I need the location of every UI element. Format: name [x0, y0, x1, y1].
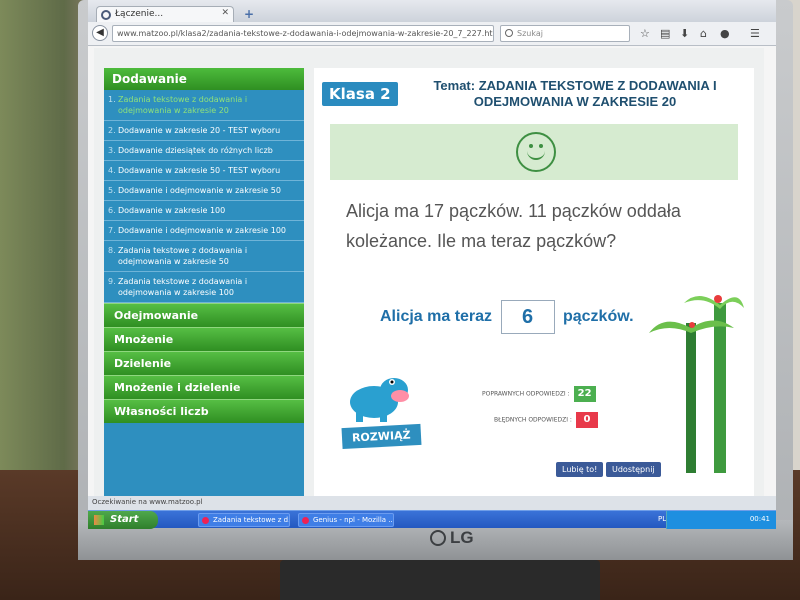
monitor-stand [280, 560, 600, 600]
wrong-count: 0 [575, 412, 598, 428]
sidebar-item-label: Dodawanie i odejmowanie w zakresie 100 [118, 226, 286, 235]
account-icon[interactable]: ● [720, 27, 730, 40]
sidebar-item[interactable]: 1. Zadania tekstowe z dodawania i odejmow… [104, 90, 304, 121]
sidebar-item-number: 7. [108, 226, 116, 235]
sidebar-item[interactable]: 9. Zadania tekstowe z dodawania i odejmow… [104, 272, 304, 303]
sidebar-item[interactable]: 7. Dodawanie i odejmowanie w zakresie 100 [104, 221, 304, 241]
main-content: Klasa 2 Temat: ZADANIA TEKSTOWE Z DODAWA… [314, 68, 754, 498]
sidebar-category[interactable]: Mnożenie [104, 327, 304, 351]
sidebar-item-number: 2. [108, 126, 116, 135]
search-input[interactable]: Szukaj [500, 25, 630, 42]
sidebar-item[interactable]: 4. Dodawanie w zakresie 50 - TEST wyboru [104, 161, 304, 181]
answer-prefix: Alicja ma teraz [380, 308, 493, 326]
sidebar-heading[interactable]: Dodawanie [104, 68, 304, 90]
language-indicator[interactable]: PL [658, 515, 666, 523]
question-text: Alicja ma 17 pączków. 11 pączków oddała … [346, 201, 681, 251]
class-badge: Klasa 2 [322, 82, 398, 106]
download-icon[interactable]: ⬇ [680, 27, 689, 40]
web-page: Dodawanie 1. Zadania tekstowe z dodawania… [94, 48, 764, 498]
browser-tab-bar: Łączenie... ✕ + [88, 0, 776, 22]
feedback-bar [330, 124, 738, 180]
search-icon [505, 29, 513, 37]
home-icon[interactable]: ⌂ [700, 27, 707, 40]
tab-title: Łączenie... [115, 9, 164, 19]
menu-icon[interactable]: ☰ [750, 27, 760, 40]
page-title: Temat: ZADANIA TEKSTOWE Z DODAWANIA I OD… [433, 78, 717, 109]
like-button[interactable]: Lubię to! [556, 462, 604, 477]
new-tab-button[interactable]: + [244, 7, 254, 21]
correct-counter: POPRAWNYCH ODPOWIEDZI :22 [482, 386, 596, 402]
sidebar-category[interactable]: Dzielenie [104, 351, 304, 375]
sidebar-item-label: Dodawanie dziesiątek do różnych liczb [118, 146, 273, 155]
sidebar-item-label: Dodawanie w zakresie 20 - TEST wyboru [118, 126, 281, 135]
status-bar: Oczekiwanie na www.matzoo.pl [88, 496, 776, 510]
screen: Łączenie... ✕ + ◀ www.matzoo.pl/klasa2/z… [88, 0, 776, 510]
loading-icon [101, 10, 111, 20]
sidebar-item-number: 1. [108, 95, 116, 104]
sidebar-item[interactable]: 3. Dodawanie dziesiątek do różnych liczb [104, 141, 304, 161]
sidebar-item-label: Dodawanie i odejmowanie w zakresie 50 [118, 186, 281, 195]
taskbar-item[interactable]: Genius - npl - Mozilla ... [298, 513, 394, 527]
sidebar-category[interactable]: Własności liczb [104, 399, 304, 423]
sidebar-item-number: 4. [108, 166, 116, 175]
smiley-icon [516, 132, 556, 172]
browser-nav-bar: ◀ www.matzoo.pl/klasa2/zadania-tekstowe-… [88, 22, 776, 46]
sidebar-item-number: 9. [108, 277, 116, 286]
answer-input[interactable]: 6 [500, 300, 555, 334]
sidebar-item-label: Dodawanie w zakresie 100 [118, 206, 226, 215]
start-button[interactable]: Start [88, 511, 158, 529]
wrong-counter: BŁĘDNYCH ODPOWIEDZI :0 [494, 412, 598, 428]
back-button[interactable]: ◀ [92, 25, 108, 41]
sidebar: Dodawanie 1. Zadania tekstowe z dodawania… [104, 68, 304, 498]
sidebar-item-number: 3. [108, 146, 116, 155]
star-icon[interactable]: ☆ [640, 27, 650, 40]
system-tray: 00:41 [666, 511, 776, 529]
close-tab-icon[interactable]: ✕ [221, 8, 229, 18]
sidebar-item-label: Zadania tekstowe z dodawania i odejmowan… [118, 277, 248, 297]
wrong-label: BŁĘDNYCH ODPOWIEDZI : [494, 416, 572, 424]
sidebar-item-label: Zadania tekstowe z dodawania i odejmowan… [118, 95, 248, 115]
palm-tree-illustration [649, 295, 744, 473]
taskbar: Start Zadania tekstowe z d... Genius - n… [88, 510, 776, 529]
taskbar-item[interactable]: Zadania tekstowe z d... [198, 513, 290, 527]
sidebar-category[interactable]: Odejmowanie [104, 303, 304, 327]
hippo-icon [350, 378, 409, 422]
sidebar-item[interactable]: 8. Zadania tekstowe z dodawania i odejmow… [104, 241, 304, 272]
sidebar-item-label: Zadania tekstowe z dodawania i odejmowan… [118, 246, 248, 266]
sidebar-item[interactable]: 5. Dodawanie i odejmowanie w zakresie 50 [104, 181, 304, 201]
sidebar-item[interactable]: 6. Dodawanie w zakresie 100 [104, 201, 304, 221]
sidebar-item-label: Dodawanie w zakresie 50 - TEST wyboru [118, 166, 281, 175]
windows-icon [94, 515, 104, 525]
sidebar-item-number: 5. [108, 186, 116, 195]
answer-suffix: pączków. [562, 308, 634, 326]
address-bar[interactable]: www.matzoo.pl/klasa2/zadania-tekstowe-z-… [112, 25, 494, 42]
answer-row: Alicja ma teraz 6 pączków. [380, 300, 634, 334]
sidebar-item[interactable]: 2. Dodawanie w zakresie 20 - TEST wyboru [104, 121, 304, 141]
correct-count: 22 [573, 386, 596, 402]
browser-tab[interactable]: Łączenie... ✕ [96, 6, 234, 22]
sidebar-category[interactable]: Mnożenie i dzielenie [104, 375, 304, 399]
solve-button[interactable]: ROZWIĄŻ [341, 423, 422, 450]
sidebar-item-number: 8. [108, 246, 116, 255]
correct-label: POPRAWNYCH ODPOWIEDZI : [482, 390, 570, 398]
monitor-logo: LG [430, 528, 474, 548]
sidebar-item-number: 6. [108, 206, 116, 215]
reading-list-icon[interactable]: ▤ [660, 27, 670, 40]
clock[interactable]: 00:41 [750, 515, 770, 523]
